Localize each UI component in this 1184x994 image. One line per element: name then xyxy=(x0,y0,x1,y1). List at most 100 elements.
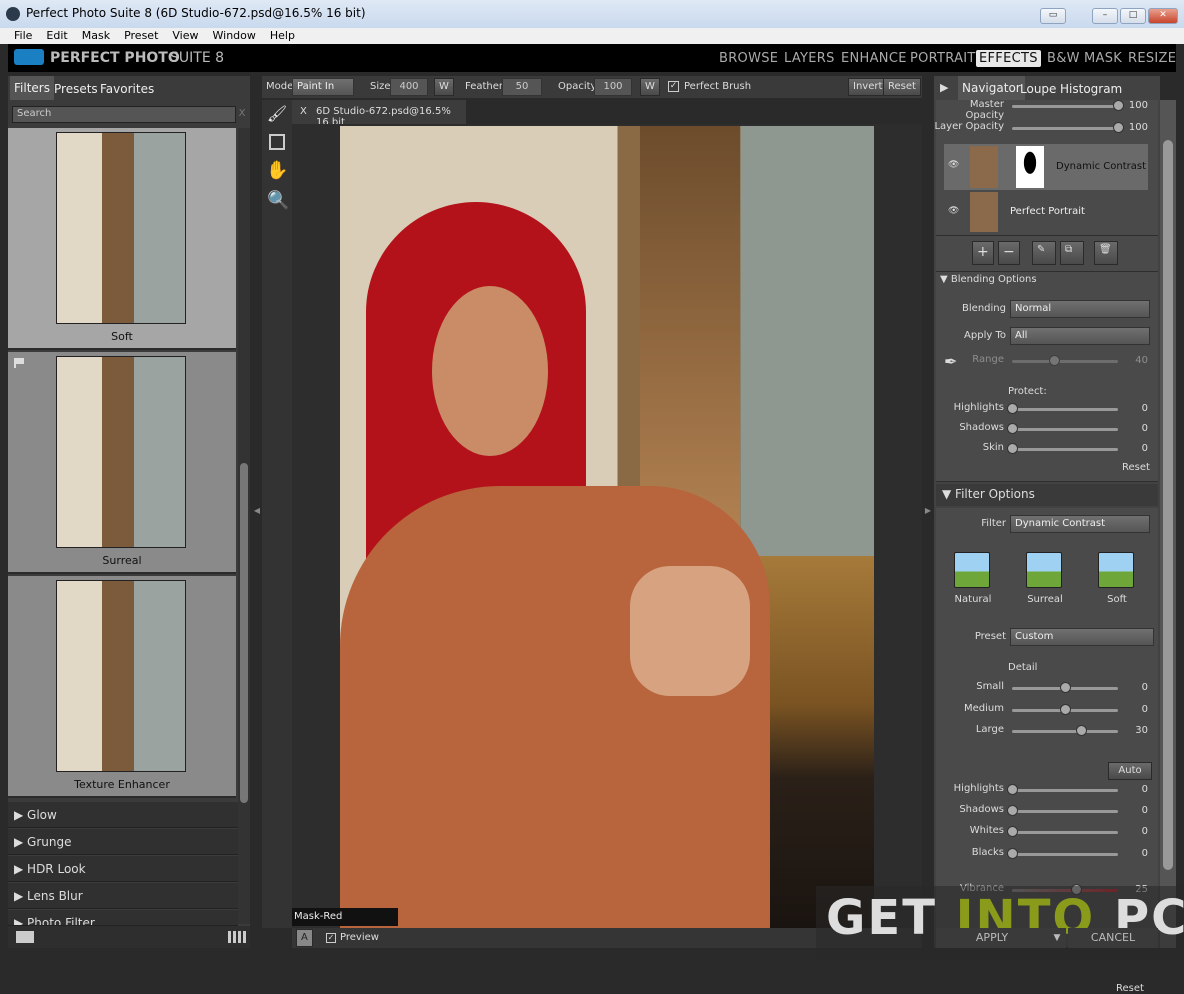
tab-favorites[interactable]: Favorites xyxy=(96,80,158,98)
hand-tool-icon[interactable]: ✋ xyxy=(266,160,288,181)
feather-input[interactable]: 50 xyxy=(502,78,542,96)
invert-button[interactable]: Invert xyxy=(848,78,888,96)
tab-presets[interactable]: Presets xyxy=(50,80,102,98)
close-button[interactable]: ✕ xyxy=(1148,8,1178,24)
preview-checkbox[interactable]: ✓ xyxy=(326,933,336,943)
slider-knob[interactable] xyxy=(1113,100,1124,111)
slider-knob[interactable] xyxy=(1007,805,1018,816)
detail-medium-slider[interactable]: Medium 0 xyxy=(934,703,1160,717)
view-toggle-icon[interactable] xyxy=(16,931,34,943)
apply-dropdown-icon[interactable]: ▼ xyxy=(1048,928,1066,948)
duplicate-layer-icon[interactable]: ⧉ xyxy=(1060,241,1084,265)
shadows-slider[interactable]: Shadows 0 xyxy=(934,804,1160,818)
slider-track[interactable] xyxy=(1012,428,1118,431)
layer-perfect-portrait[interactable]: 👁 Perfect Portrait xyxy=(944,190,1148,234)
grid-view-icon[interactable] xyxy=(228,931,246,943)
tab-filters[interactable]: Filters xyxy=(10,76,54,100)
nav-layers[interactable]: LAYERS xyxy=(781,50,838,67)
blacks-slider[interactable]: Blacks 0 xyxy=(934,847,1160,861)
nav-mask[interactable]: MASK xyxy=(1081,50,1125,67)
mask-mode-button[interactable]: A xyxy=(296,929,313,947)
slider-knob[interactable] xyxy=(1113,122,1124,133)
filter-thumb-surreal[interactable]: Surreal xyxy=(8,352,236,574)
detail-large-slider[interactable]: Large 30 xyxy=(934,724,1160,738)
crop-tool-icon[interactable] xyxy=(269,134,285,150)
add-mask-icon[interactable]: ✎ xyxy=(1032,241,1056,265)
search-clear-button[interactable]: X xyxy=(236,106,248,123)
filter-preset-surreal[interactable]: Surreal xyxy=(1026,552,1066,605)
menu-help[interactable]: Help xyxy=(270,29,295,42)
slider-knob[interactable] xyxy=(1007,423,1018,434)
close-tab-icon[interactable]: X xyxy=(300,106,307,117)
apply-button[interactable]: APPLY xyxy=(936,928,1048,948)
zoom-tool-icon[interactable]: 🔍 xyxy=(267,190,289,211)
mode-select[interactable]: Paint In xyxy=(292,78,354,96)
category-hdr-look[interactable]: ▶ HDR Look xyxy=(8,856,238,882)
category-lens-blur[interactable]: ▶ Lens Blur xyxy=(8,883,238,909)
slider-knob[interactable] xyxy=(1007,403,1018,414)
category-photo-filter[interactable]: ▶ Photo Filter xyxy=(8,910,238,926)
slider-track[interactable] xyxy=(1012,127,1118,130)
scroll-thumb[interactable] xyxy=(240,463,248,803)
mask-view-select[interactable]: Mask-Red xyxy=(292,908,398,926)
perfect-brush-checkbox[interactable]: ✓ xyxy=(668,81,679,92)
filter-select[interactable]: Dynamic Contrast xyxy=(1010,515,1150,533)
eye-icon[interactable]: 👁 xyxy=(948,206,959,216)
nav-portrait[interactable]: PORTRAIT xyxy=(907,50,979,67)
scroll-thumb[interactable] xyxy=(1163,140,1173,870)
menu-mask[interactable]: Mask xyxy=(82,29,110,42)
blending-reset-button[interactable]: Reset xyxy=(1122,462,1150,473)
slider-track[interactable] xyxy=(1012,360,1118,363)
slider-knob[interactable] xyxy=(1007,848,1018,859)
slider-knob[interactable] xyxy=(1049,355,1061,366)
nav-browse[interactable]: BROWSE xyxy=(716,50,781,67)
auto-button[interactable]: Auto xyxy=(1108,762,1152,780)
slider-knob[interactable] xyxy=(1007,443,1018,454)
add-layer-icon[interactable]: + xyxy=(972,241,994,265)
slider-knob[interactable] xyxy=(1060,682,1071,693)
slider-track[interactable] xyxy=(1012,730,1118,733)
nav-resize[interactable]: RESIZE xyxy=(1125,50,1179,67)
right-scrollbar[interactable] xyxy=(1160,100,1176,948)
menu-edit[interactable]: Edit xyxy=(46,29,67,42)
preset-select[interactable]: Custom xyxy=(1010,628,1154,646)
tab-navigator[interactable]: Navigator xyxy=(958,76,1025,100)
menu-window[interactable]: Window xyxy=(213,29,256,42)
slider-track[interactable] xyxy=(1012,789,1118,792)
whites-slider[interactable]: Whites 0 xyxy=(934,825,1160,839)
menu-preset[interactable]: Preset xyxy=(124,29,158,42)
blending-options-header[interactable]: ▼ Blending Options xyxy=(940,274,1037,285)
layer-dynamic-contrast[interactable]: 👁 Dynamic Contrast xyxy=(944,144,1148,190)
highlights-slider[interactable]: Highlights 0 xyxy=(934,783,1160,797)
canvas-area[interactable]: Mask-Red xyxy=(292,124,922,928)
filter-reset-button[interactable]: Reset xyxy=(1116,983,1144,994)
restore-icon[interactable]: ▭ xyxy=(1040,8,1066,24)
detail-small-slider[interactable]: Small 0 xyxy=(934,681,1160,695)
flag-icon[interactable] xyxy=(14,358,24,368)
category-grunge[interactable]: ▶ Grunge xyxy=(8,829,238,855)
brush-tool-icon[interactable]: 🖌 xyxy=(266,104,288,124)
protect-skin-slider[interactable]: Skin 0 xyxy=(934,442,1160,456)
opacity-input[interactable]: 100 xyxy=(594,78,632,96)
nav-bw[interactable]: B&W xyxy=(1044,50,1083,67)
size-input[interactable]: 400 xyxy=(390,78,428,96)
eye-icon[interactable]: 👁 xyxy=(948,160,959,170)
slider-knob[interactable] xyxy=(1075,725,1087,736)
tab-loupe[interactable]: Loupe xyxy=(1016,80,1060,98)
photo[interactable] xyxy=(340,126,874,928)
filter-preset-soft[interactable]: Soft xyxy=(1098,552,1138,605)
slider-track[interactable] xyxy=(1012,831,1118,834)
filter-thumb-texture-enhancer[interactable]: Texture Enhancer xyxy=(8,576,236,798)
slider-track[interactable] xyxy=(1012,810,1118,813)
menu-file[interactable]: File xyxy=(14,29,32,42)
slider-knob[interactable] xyxy=(1007,826,1018,837)
range-slider[interactable]: Range 40 xyxy=(934,354,1160,368)
opacity-w-button[interactable]: W xyxy=(640,78,660,96)
right-collapse-handle[interactable]: ▶ xyxy=(922,76,934,948)
menu-view[interactable]: View xyxy=(172,29,198,42)
protect-shadows-slider[interactable]: Shadows 0 xyxy=(934,422,1160,436)
remove-layer-icon[interactable]: − xyxy=(998,241,1020,265)
document-tab[interactable]: X 6D Studio-672.psd@16.5% 16 bit xyxy=(292,100,466,128)
cancel-button[interactable]: CANCEL xyxy=(1068,928,1158,948)
trash-icon[interactable]: 🗑 xyxy=(1094,241,1118,265)
